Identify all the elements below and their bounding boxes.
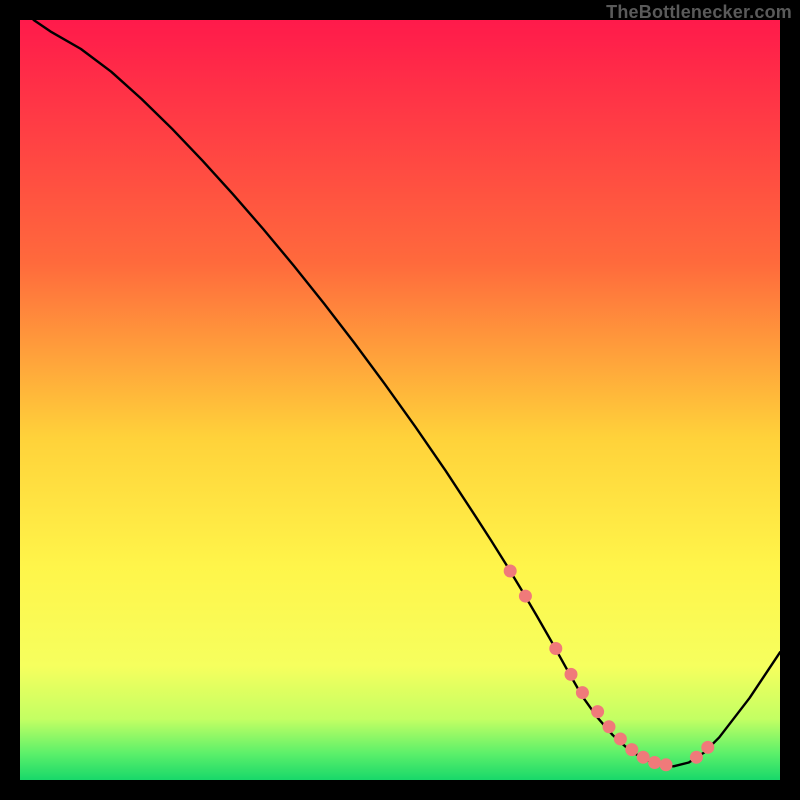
marker-point (603, 720, 616, 733)
gradient-background (20, 20, 780, 780)
marker-point (648, 756, 661, 769)
marker-point (591, 705, 604, 718)
marker-point (565, 668, 578, 681)
marker-point (690, 751, 703, 764)
marker-point (637, 751, 650, 764)
marker-point (519, 590, 532, 603)
chart-frame: TheBottlenecker.com (0, 0, 800, 800)
marker-point (576, 686, 589, 699)
marker-point (701, 741, 714, 754)
marker-point (614, 732, 627, 745)
chart-plot (20, 20, 780, 780)
marker-point (549, 642, 562, 655)
marker-point (504, 565, 517, 578)
marker-point (625, 743, 638, 756)
marker-point (660, 758, 673, 771)
